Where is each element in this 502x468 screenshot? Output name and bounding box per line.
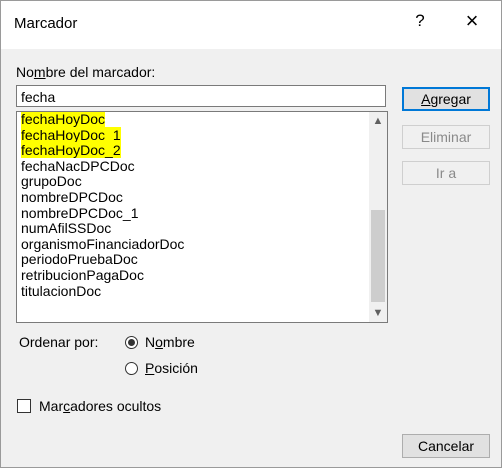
list-item[interactable]: fechaNacDPCDoc [17, 157, 369, 175]
close-icon[interactable]: × [457, 8, 487, 34]
list-item-label: fechaHoyDoc_2 [21, 142, 121, 159]
title-bar: Marcador ? × [1, 1, 501, 49]
list-item[interactable]: organismoFinanciadorDoc [17, 235, 369, 253]
list-item-label: nombreDPCDoc_1 [21, 204, 139, 221]
add-button[interactable]: Agregar [402, 87, 490, 111]
dialog-title: Marcador [14, 15, 78, 32]
list-item-label: fechaNacDPCDoc [21, 157, 135, 174]
radio-selected-dot [128, 339, 135, 346]
list-item-label: numAfilSSDoc [21, 220, 112, 237]
list-item-label: fechaHoyDoc_1 [21, 126, 121, 143]
bookmark-name-input[interactable]: fecha [16, 85, 386, 107]
hidden-bookmarks-label[interactable]: Marcadores ocultos [39, 398, 161, 414]
list-item[interactable]: retribucionPagaDoc [17, 266, 369, 284]
sort-name-radio[interactable] [125, 336, 138, 349]
sort-name-label[interactable]: Nombre [145, 334, 195, 350]
scroll-down-icon[interactable]: ▼ [369, 304, 387, 322]
list-item-label: titulacionDoc [21, 282, 102, 299]
list-item[interactable]: fechaHoyDoc_1 [17, 126, 369, 144]
hidden-bookmarks-checkbox[interactable] [17, 399, 31, 413]
bookmark-list[interactable]: fechaHoyDoc fechaHoyDoc_1 fechaHoyDoc_2 fec… [16, 111, 388, 323]
list-item[interactable]: titulacionDoc [17, 282, 369, 300]
list-item[interactable]: nombreDPCDoc [17, 188, 369, 206]
list-item[interactable]: fechaHoyDoc_2 [17, 142, 369, 159]
list-item[interactable]: nombreDPCDoc_1 [17, 204, 369, 222]
list-item-label: grupoDoc [21, 173, 82, 190]
list-item[interactable]: numAfilSSDoc [17, 220, 369, 237]
sort-position-label[interactable]: Posición [145, 360, 198, 376]
bookmark-name-label: Nombre del marcador: [16, 64, 156, 80]
bookmark-list-items: fechaHoyDoc fechaHoyDoc_1 fechaHoyDoc_2 fec… [17, 112, 369, 299]
scroll-up-icon[interactable]: ▲ [369, 112, 387, 130]
help-icon[interactable]: ? [405, 11, 435, 31]
list-item-label: periodoPruebaDoc [21, 251, 138, 268]
sort-position-radio[interactable] [125, 362, 138, 375]
list-item-label: nombreDPCDoc [21, 188, 123, 205]
list-item-label: organismoFinanciadorDoc [21, 235, 185, 252]
cancel-button[interactable]: Cancelar [402, 434, 490, 458]
list-item-label: fechaHoyDoc [21, 111, 106, 127]
list-scrollbar[interactable]: ▲ ▼ [369, 112, 387, 322]
sort-by-label: Ordenar por: [19, 334, 99, 350]
delete-button[interactable]: Eliminar [402, 125, 490, 149]
goto-button[interactable]: Ir a [402, 161, 490, 185]
list-item[interactable]: fechaHoyDoc [17, 112, 369, 128]
bookmark-dialog: Marcador ? × Nombre del marcador: fecha … [0, 0, 502, 468]
scroll-thumb[interactable] [371, 210, 385, 302]
list-item[interactable]: grupoDoc [17, 174, 369, 190]
list-item-label: retribucionPagaDoc [21, 266, 144, 283]
list-item[interactable]: periodoPruebaDoc [17, 252, 369, 268]
